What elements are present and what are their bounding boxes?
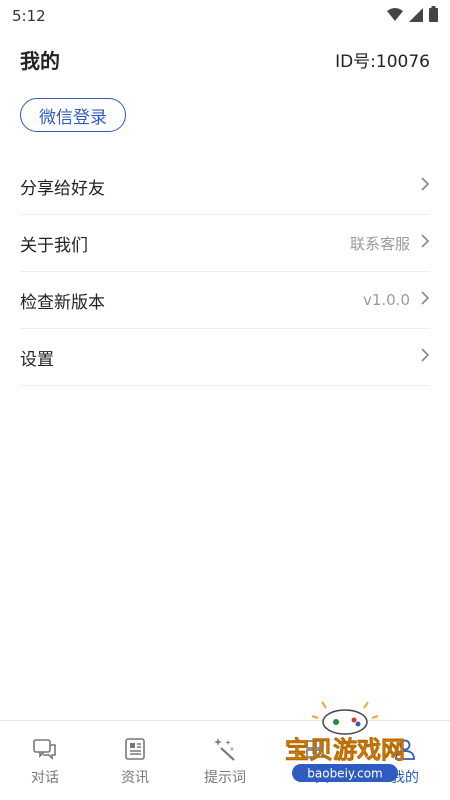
version-value: v1.0.0 bbox=[362, 291, 410, 309]
magic-wand-icon bbox=[211, 735, 239, 763]
news-icon bbox=[121, 735, 149, 763]
chevron-right-icon bbox=[420, 233, 430, 253]
menu-item-settings[interactable]: 设置 bbox=[20, 329, 430, 386]
chevron-right-icon bbox=[420, 176, 430, 196]
wifi-icon bbox=[387, 7, 403, 26]
contact-service-link[interactable]: 联系客服 bbox=[350, 233, 410, 254]
watermark-text: 宝贝游戏网 bbox=[285, 736, 405, 764]
settings-menu: 分享给好友 关于我们 联系客服 检查新版本 v1.0.0 设置 bbox=[20, 158, 430, 386]
chat-icon bbox=[31, 735, 59, 763]
menu-item-label: 检查新版本 bbox=[20, 292, 105, 313]
tab-news[interactable]: 资讯 bbox=[90, 721, 180, 800]
status-time: 5:12 bbox=[12, 7, 46, 25]
status-icons bbox=[387, 6, 438, 26]
user-id: ID号:10076 bbox=[335, 51, 430, 72]
tab-label: 提示词 bbox=[204, 770, 246, 786]
tab-label: 资讯 bbox=[121, 770, 149, 786]
menu-item-label: 设置 bbox=[20, 349, 54, 370]
battery-icon bbox=[429, 6, 438, 26]
chevron-right-icon bbox=[420, 347, 430, 367]
menu-item-label: 关于我们 bbox=[20, 235, 88, 256]
menu-item-share[interactable]: 分享给好友 bbox=[20, 158, 430, 215]
page-title: 我的 bbox=[20, 48, 60, 73]
tab-prompts[interactable]: 提示词 bbox=[180, 721, 270, 800]
header: 我的 ID号:10076 bbox=[20, 42, 430, 76]
watermark-logo: 宝贝游戏网 baobeiy.com bbox=[270, 700, 420, 795]
status-bar: 5:12 bbox=[0, 0, 450, 32]
chevron-right-icon bbox=[420, 290, 430, 310]
menu-item-about[interactable]: 关于我们 联系客服 bbox=[20, 215, 430, 272]
menu-item-label: 分享给好友 bbox=[20, 178, 105, 199]
menu-item-check-version[interactable]: 检查新版本 v1.0.0 bbox=[20, 272, 430, 329]
watermark-url: baobeiy.com bbox=[307, 767, 382, 781]
tab-chat[interactable]: 对话 bbox=[0, 721, 90, 800]
tab-label: 对话 bbox=[31, 770, 59, 786]
cellular-signal-icon bbox=[409, 7, 423, 26]
wechat-login-button[interactable]: 微信登录 bbox=[20, 98, 126, 132]
